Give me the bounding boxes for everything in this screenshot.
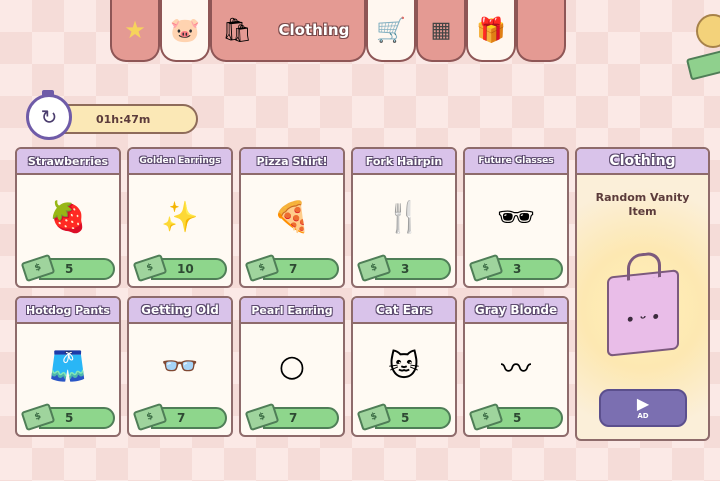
bag-face: • ᵕ • [625,309,661,329]
item-name: Getting Old [129,298,231,324]
item-card[interactable]: Cat Ears 🐱 $5 [351,296,457,437]
tab-more[interactable] [516,0,566,62]
shopping-bag-icon: • ᵕ • [607,251,679,357]
item-name: Hotdog Pants [17,298,119,324]
item-card[interactable]: Golden Earrings ✨ $10 [127,147,233,288]
item-card[interactable]: Future Glasses 🕶 $3 [463,147,569,288]
price-value: 10 [177,262,194,276]
item-card[interactable]: Pearl Earring ○ $7 [239,296,345,437]
pearl-earring-icon: ○ [278,348,306,384]
hair-icon: 〰 [501,352,531,387]
item-name: Golden Earrings [129,149,231,175]
fork-hairpin-icon: 🍴 [385,199,423,235]
tab-gifts[interactable]: 🎁 [466,0,516,62]
cat-ears-icon: 🐱 [388,348,420,384]
checker-rug-icon: ▦ [430,17,452,43]
bag-handle [627,251,661,281]
item-card[interactable]: Getting Old 👓 $7 [127,296,233,437]
item-name: Fork Hairpin [353,149,455,175]
item-name: Pearl Earring [241,298,343,324]
play-icon: ▶ [636,394,650,413]
cash-icon[interactable] [685,49,720,81]
price-value: 5 [513,411,522,425]
price-value: 7 [289,411,298,425]
tab-clothing[interactable]: 🛍 Clothing [210,0,366,62]
piggy-bank-icon: 🐷 [170,16,200,44]
restock-timer: 01h:47m [50,104,198,134]
price-value: 5 [401,411,410,425]
item-name: Pizza Shirt! [241,149,343,175]
item-name: Cat Ears [353,298,455,324]
price-value: 7 [289,262,298,276]
strawberry-hat-icon: 🍓 [49,199,87,235]
item-card[interactable]: Strawberries 🍓 $5 [15,147,121,288]
star-icon: ★ [124,16,146,44]
price-value: 3 [513,262,522,276]
watch-ad-button[interactable]: ▶ AD [599,389,687,427]
item-card[interactable]: Fork Hairpin 🍴 $3 [351,147,457,288]
item-name: Future Glasses [465,149,567,175]
tab-savings[interactable]: 🐷 [160,0,210,62]
item-card[interactable]: Hotdog Pants 🩳 $5 [15,296,121,437]
stopwatch-knob [42,90,54,97]
glasses-mustache-icon: 👓 [161,348,199,384]
stopwatch-icon: ↻ [26,94,72,140]
future-glasses-icon: 🕶 [496,199,536,235]
gift-box-icon: 🎁 [476,16,506,44]
coin-icon[interactable] [696,14,720,48]
price-value: 3 [401,262,410,276]
hotdog-pants-icon: 🩳 [49,348,87,384]
tab-cart[interactable]: 🛒 [366,0,416,62]
featured-title: Clothing [577,149,708,175]
item-name: Gray Blonde [465,298,567,324]
category-tab-bar: ★ 🐷 🛍 Clothing 🛒 ▦ 🎁 [110,0,566,62]
golden-earrings-icon: ✨ [161,199,199,235]
price-value: 7 [177,411,186,425]
ad-label: AD [637,412,649,420]
featured-subtitle: Random Vanity Item [595,191,690,218]
item-card[interactable]: Pizza Shirt! 🍕 $7 [239,147,345,288]
tab-clothing-label: Clothing [278,21,350,39]
item-name: Strawberries [17,149,119,175]
shopping-cart-icon: 🛒 [376,16,406,44]
tab-favorites[interactable]: ★ [110,0,160,62]
price-value: 5 [65,262,74,276]
price-value: 5 [65,411,74,425]
featured-random-item[interactable]: Clothing Random Vanity Item • ᵕ • ▶ AD [575,147,710,441]
shopping-bag-icon: 🛍 [222,16,253,44]
item-card[interactable]: Gray Blonde 〰 $5 [463,296,569,437]
pizza-shirt-icon: 🍕 [273,199,311,235]
timer-value: 01h:47m [96,112,151,126]
tab-rugs[interactable]: ▦ [416,0,466,62]
